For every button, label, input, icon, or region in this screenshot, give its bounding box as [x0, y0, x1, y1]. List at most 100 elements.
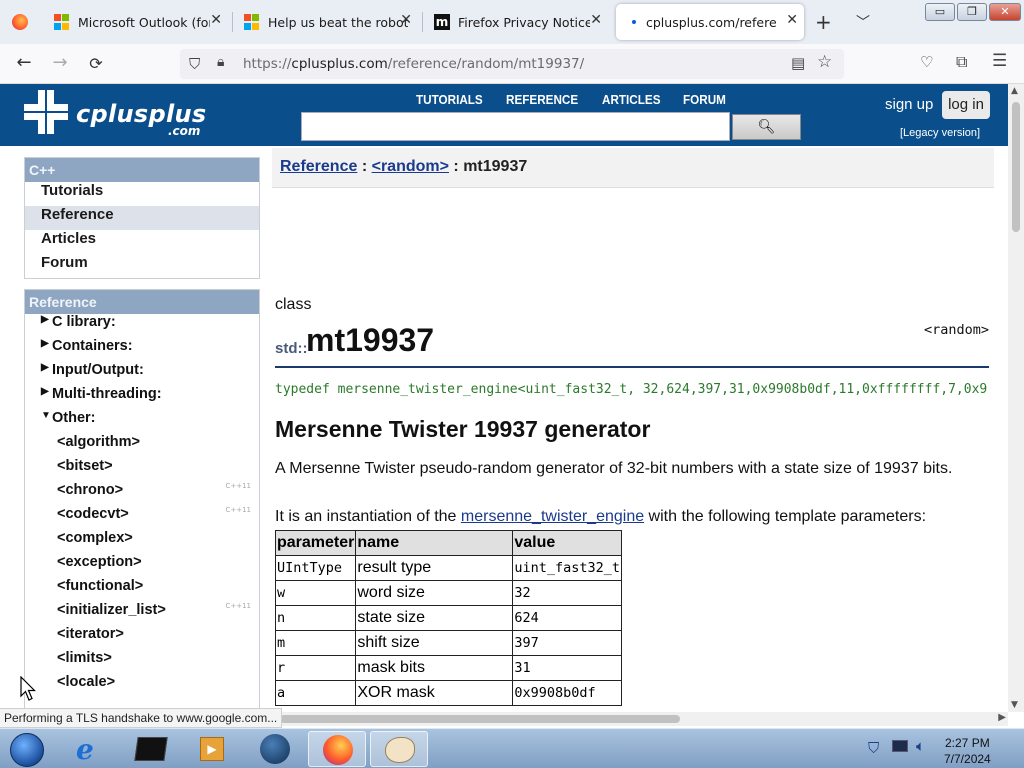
media-player-button[interactable]: ▶: [184, 731, 242, 767]
tab-help-robots[interactable]: Help us beat the robots ✕: [244, 4, 418, 40]
maximize-button[interactable]: ❐: [957, 3, 987, 21]
reader-view-icon[interactable]: ▤: [791, 54, 805, 72]
sidebar-ref-item[interactable]: <algorithm>: [25, 434, 259, 458]
tab-firefox-privacy[interactable]: m Firefox Privacy Notice — ✕: [434, 4, 608, 40]
column-header: value: [512, 530, 623, 556]
vertical-scrollbar[interactable]: ▲ ▼: [1008, 84, 1024, 712]
triangle-right-icon[interactable]: ▶: [41, 314, 49, 325]
tab-title: Firefox Privacy Notice —: [458, 14, 590, 30]
url-bar[interactable]: ⛉ 🔒︎ https://cplusplus.com/reference/ran…: [180, 49, 844, 79]
globe-app-button[interactable]: [246, 731, 304, 767]
extensions-icon[interactable]: ⧉: [956, 52, 967, 72]
scroll-right-icon[interactable]: ▶: [998, 712, 1006, 723]
tab-cplusplus[interactable]: cplusplus.com/reference ✕: [616, 4, 804, 40]
close-tab-icon[interactable]: ✕: [400, 12, 412, 28]
sidebar-ref-item[interactable]: ▶ Multi-threading:: [25, 386, 259, 410]
close-tab-icon[interactable]: ✕: [786, 12, 798, 28]
nav-articles[interactable]: ARTICLES: [602, 92, 661, 107]
horizontal-scrollbar[interactable]: ▶: [278, 712, 1008, 726]
close-tab-icon[interactable]: ✕: [590, 12, 602, 28]
sidebar-ref-item[interactable]: <iterator>: [25, 626, 259, 650]
breadcrumb-reference[interactable]: Reference: [280, 158, 357, 175]
internet-explorer-button[interactable]: e: [60, 731, 118, 767]
triangle-right-icon[interactable]: ▶: [41, 338, 49, 349]
forward-arrow-icon[interactable]: →: [48, 52, 72, 73]
pocket-icon[interactable]: ♡: [920, 53, 933, 71]
sidebar-ref-item[interactable]: <complex>: [25, 530, 259, 554]
breadcrumb: Reference : <random> : mt19937: [272, 148, 994, 188]
legacy-version-link[interactable]: [Legacy version]: [900, 127, 980, 139]
loading-spinner-icon[interactable]: ⟳: [84, 54, 108, 73]
chevron-down-icon[interactable]: ﹀: [856, 12, 870, 32]
sidebar-item-articles[interactable]: Articles: [25, 230, 259, 254]
sidebar-ref-item[interactable]: <locale>: [25, 674, 259, 698]
search-input[interactable]: [301, 112, 730, 141]
internet-explorer-icon: e: [76, 733, 94, 766]
new-tab-icon[interactable]: +: [815, 10, 832, 34]
bookmark-star-icon[interactable]: ☆: [817, 52, 832, 72]
lock-icon[interactable]: 🔒︎: [217, 54, 224, 70]
nav-tutorials[interactable]: TUTORIALS: [416, 92, 483, 107]
title-divider: [275, 366, 989, 368]
sidebar-ref-item[interactable]: ▶ C library:: [25, 314, 259, 338]
scrollbar-thumb[interactable]: [280, 715, 680, 723]
mersenne-twister-engine-link[interactable]: mersenne_twister_engine: [461, 508, 644, 525]
tab-outlook[interactable]: Microsoft Outlook (form ✕: [54, 4, 228, 40]
log-in-button[interactable]: log in: [942, 91, 990, 119]
system-clock[interactable]: 2:27 PM 7/7/2024: [944, 735, 991, 767]
tab-title: cplusplus.com/reference: [646, 14, 776, 30]
firefox-taskbar-button[interactable]: [308, 731, 366, 767]
page-title: mt19937: [306, 322, 435, 358]
sidebar-item-tutorials[interactable]: Tutorials: [25, 182, 259, 206]
close-tab-icon[interactable]: ✕: [210, 12, 222, 28]
sidebar-ref-item[interactable]: <codecvt> C++11: [25, 506, 259, 530]
sidebar-item-forum[interactable]: Forum: [25, 254, 259, 278]
sidebar-ref-item[interactable]: <functional>: [25, 578, 259, 602]
sidebar-ref-item[interactable]: ▶ Containers:: [25, 338, 259, 362]
sidebar-ref-item-label: <functional>: [57, 578, 144, 594]
table-cell: uint_fast32_t: [512, 555, 623, 581]
tab-separator: [232, 12, 233, 32]
scroll-up-icon[interactable]: ▲: [1011, 86, 1018, 96]
network-icon[interactable]: [892, 740, 908, 752]
breadcrumb-random[interactable]: <random>: [372, 158, 449, 175]
menu-icon[interactable]: ☰: [992, 51, 1007, 71]
scrollbar-thumb[interactable]: [1012, 102, 1020, 232]
security-shield-icon[interactable]: ⛉: [868, 739, 879, 757]
triangle-down-icon[interactable]: ▼: [41, 410, 51, 421]
loading-dot-icon: [632, 20, 636, 24]
triangle-right-icon[interactable]: ▶: [41, 362, 49, 373]
shield-icon[interactable]: ⛉: [189, 55, 200, 73]
sidebar-ref-item-label: <complex>: [57, 530, 133, 546]
media-player-icon: ▶: [200, 737, 224, 761]
sidebar-ref-item[interactable]: ▼ Other:: [25, 410, 259, 434]
firefox-menu-icon[interactable]: [12, 14, 28, 30]
table-cell: 31: [512, 655, 623, 681]
minimize-button[interactable]: ▭: [925, 3, 955, 21]
table-cell: w: [274, 580, 357, 606]
sidebar-reference: Reference ▶ C library: ▶ Containers: ▶ Input/…: [24, 289, 260, 712]
nav-forum[interactable]: FORUM: [683, 92, 726, 107]
sidebar-ref-item[interactable]: <initializer_list> C++11: [25, 602, 259, 626]
triangle-right-icon[interactable]: ▶: [41, 386, 49, 397]
volume-icon[interactable]: 🔈︎: [916, 737, 925, 755]
sidebar-ref-item[interactable]: ▶ Input/Output:: [25, 362, 259, 386]
back-arrow-icon[interactable]: ←: [12, 52, 36, 73]
table-cell: shift size: [355, 630, 514, 656]
sidebar-item-reference[interactable]: Reference: [25, 206, 259, 230]
nav-reference[interactable]: REFERENCE: [506, 92, 578, 107]
sidebar-ref-item[interactable]: <chrono> C++11: [25, 482, 259, 506]
sidebar-ref-item[interactable]: <exception>: [25, 554, 259, 578]
search-button[interactable]: 🔍︎: [732, 114, 801, 140]
close-window-button[interactable]: ✕: [989, 3, 1021, 21]
paint-taskbar-button[interactable]: [370, 731, 428, 767]
terminal-button[interactable]: [122, 731, 180, 767]
scroll-down-icon[interactable]: ▼: [1011, 700, 1018, 710]
url-text[interactable]: https://cplusplus.com/reference/random/m…: [243, 56, 584, 72]
sidebar-ref-item[interactable]: <bitset>: [25, 458, 259, 482]
sidebar-ref-item-label: <initializer_list>: [57, 602, 166, 618]
start-button[interactable]: [4, 731, 50, 767]
sign-up-link[interactable]: sign up: [885, 96, 933, 113]
sidebar-ref-item[interactable]: <limits>: [25, 650, 259, 674]
table-cell: a: [274, 680, 357, 706]
